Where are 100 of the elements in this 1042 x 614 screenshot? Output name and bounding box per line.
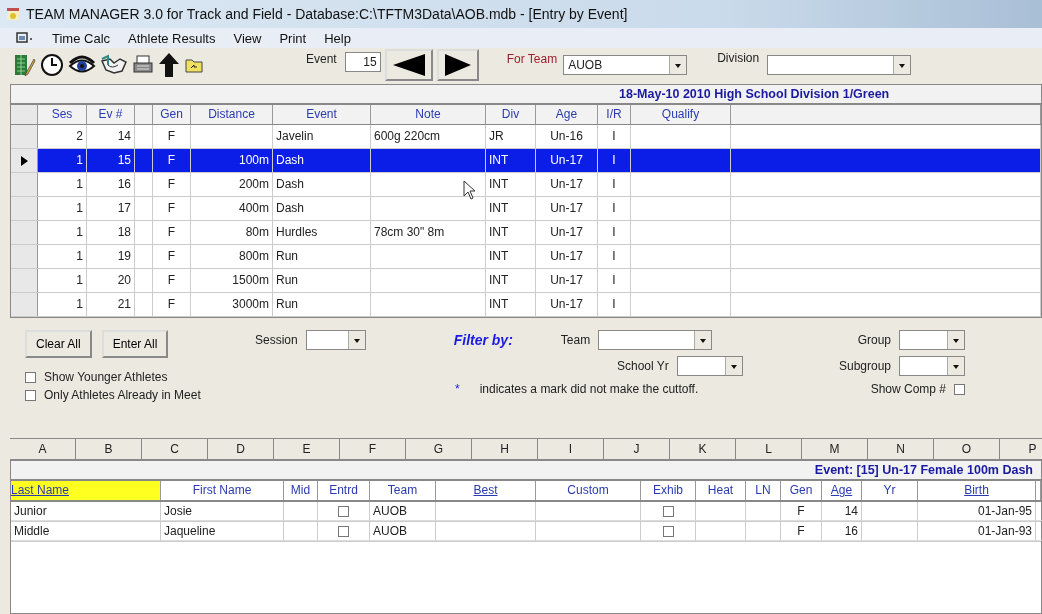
session-dropdown[interactable]	[305, 330, 366, 350]
checkbox[interactable]	[662, 526, 674, 538]
column-letter[interactable]: J	[604, 439, 670, 459]
column-header[interactable]: Distance	[191, 105, 273, 124]
column-header[interactable]: Ses	[38, 105, 87, 124]
event-row[interactable]: 1 15 F 100m Dash INT Un-17 I	[11, 149, 1041, 173]
table-cell: Run	[273, 293, 371, 316]
column-header[interactable]: Mid	[284, 481, 318, 500]
column-header[interactable]: Team	[370, 481, 436, 500]
column-letter[interactable]: L	[736, 439, 802, 459]
filter-title: Filter by:	[453, 332, 513, 348]
checkbox[interactable]	[954, 383, 965, 395]
event-row[interactable]: 1 17 F 400m Dash INT Un-17 I	[11, 197, 1041, 221]
column-header[interactable]: Birth	[918, 481, 1036, 500]
column-letter[interactable]: K	[670, 439, 736, 459]
event-label: Event	[306, 52, 337, 66]
next-event-button[interactable]	[436, 49, 479, 81]
checkbox[interactable]	[662, 506, 674, 518]
session-label: Session	[255, 333, 298, 347]
column-header[interactable]: Last Name	[11, 481, 161, 500]
column-header[interactable]: LN	[746, 481, 781, 500]
row-pointer-icon	[20, 155, 28, 166]
column-letter[interactable]: P	[1000, 439, 1042, 459]
school-year-dropdown[interactable]	[676, 356, 743, 376]
checkbox[interactable]	[338, 506, 349, 518]
group-label: Group	[857, 333, 891, 347]
menu-item[interactable]: Print	[279, 30, 307, 46]
column-letter[interactable]: M	[802, 439, 868, 459]
table-cell: 3000m	[191, 293, 273, 316]
column-header[interactable]: Age	[536, 105, 598, 124]
asterisk-mark: *	[455, 382, 460, 396]
column-letter[interactable]: G	[406, 439, 472, 459]
table-cell: I	[598, 173, 631, 196]
column-header[interactable]: Gen	[153, 105, 191, 124]
column-header[interactable]: Yr	[862, 481, 918, 500]
row-selector[interactable]	[11, 149, 38, 172]
column-header[interactable]: Gen	[781, 481, 822, 500]
column-header[interactable]: Heat	[696, 481, 746, 500]
column-header[interactable]: Qualify	[631, 105, 731, 124]
column-header[interactable]: Event	[273, 105, 371, 124]
table-cell: I	[598, 269, 631, 292]
team-dropdown[interactable]: AUOB	[563, 55, 688, 75]
column-header[interactable]: Best	[436, 481, 536, 500]
menu-item[interactable]: Time Calc	[52, 30, 111, 46]
column-letter[interactable]: N	[868, 439, 934, 459]
column-header[interactable]: I/R	[598, 105, 631, 124]
event-row[interactable]: 1 19 F 800m Run INT Un-17 I	[11, 245, 1041, 269]
menu-item[interactable]: Athlete Results	[128, 30, 216, 46]
column-header[interactable]: Exhib	[641, 481, 696, 500]
column-letter[interactable]: D	[208, 439, 274, 459]
table-cell: 18	[87, 221, 135, 244]
table-cell: Dash	[273, 197, 371, 220]
column-letter[interactable]: A	[10, 439, 76, 459]
column-letter[interactable]: F	[340, 439, 406, 459]
column-header[interactable]: Age	[822, 481, 862, 500]
handshake-icon[interactable]	[100, 53, 128, 77]
enter-all-button[interactable]: Enter All	[101, 330, 169, 358]
previous-event-button[interactable]	[384, 49, 433, 81]
column-header[interactable]: First Name	[161, 481, 284, 500]
checkbox[interactable]	[25, 389, 36, 401]
table-cell: Run	[273, 245, 371, 268]
folder-icon[interactable]	[184, 56, 204, 74]
event-number-field[interactable]: 15	[344, 52, 381, 72]
checkbox[interactable]	[25, 371, 36, 383]
checkbox[interactable]	[338, 526, 349, 538]
table-cell: 19	[87, 245, 135, 268]
group-dropdown[interactable]	[899, 330, 965, 350]
window-title: TEAM MANAGER 3.0 for Track and Field - Database:C:\TFTM3Data\AOB.mdb - [Entry by Event]	[26, 6, 628, 22]
clock-icon[interactable]	[40, 53, 64, 77]
table-cell: 1500m	[191, 269, 273, 292]
clear-all-button[interactable]: Clear All	[25, 330, 92, 358]
table-cell: Dash	[273, 173, 371, 196]
column-header[interactable]	[135, 105, 153, 124]
up-arrow-icon[interactable]	[158, 52, 180, 78]
event-row[interactable]: 1 21 F 3000m Run INT Un-17 I	[11, 293, 1041, 317]
column-letter[interactable]: E	[274, 439, 340, 459]
spreadsheet-pencil-icon[interactable]	[14, 53, 36, 77]
subgroup-dropdown[interactable]	[899, 356, 965, 376]
column-header[interactable]: Note	[371, 105, 486, 124]
column-letter[interactable]: B	[76, 439, 142, 459]
column-letter[interactable]: O	[934, 439, 1000, 459]
column-letter[interactable]: I	[538, 439, 604, 459]
table-cell: I	[598, 293, 631, 316]
table-cell: INT	[486, 197, 536, 220]
event-row[interactable]: 1 20 F 1500m Run INT Un-17 I	[11, 269, 1041, 293]
event-row[interactable]: 1 18 F 80m Hurdles 78cm 30" 8m INT Un-17 I	[11, 221, 1041, 245]
app-icon	[6, 7, 20, 21]
event-row[interactable]: 1 16 F 200m Dash INT Un-17 I	[11, 173, 1041, 197]
team-filter-dropdown[interactable]	[598, 330, 713, 350]
menu-item[interactable]: View	[233, 30, 262, 46]
window-menu-icon[interactable]	[16, 31, 34, 45]
column-letter[interactable]: H	[472, 439, 538, 459]
column-header[interactable]: Div	[486, 105, 536, 124]
division-dropdown[interactable]	[767, 55, 912, 75]
table-cell: 21	[87, 293, 135, 316]
column-header[interactable]: Ev #	[87, 105, 135, 124]
column-header[interactable]: Custom	[536, 481, 641, 500]
column-letter[interactable]: C	[142, 439, 208, 459]
menu-item[interactable]: Help	[324, 30, 351, 46]
column-header[interactable]: Entrd	[318, 481, 370, 500]
